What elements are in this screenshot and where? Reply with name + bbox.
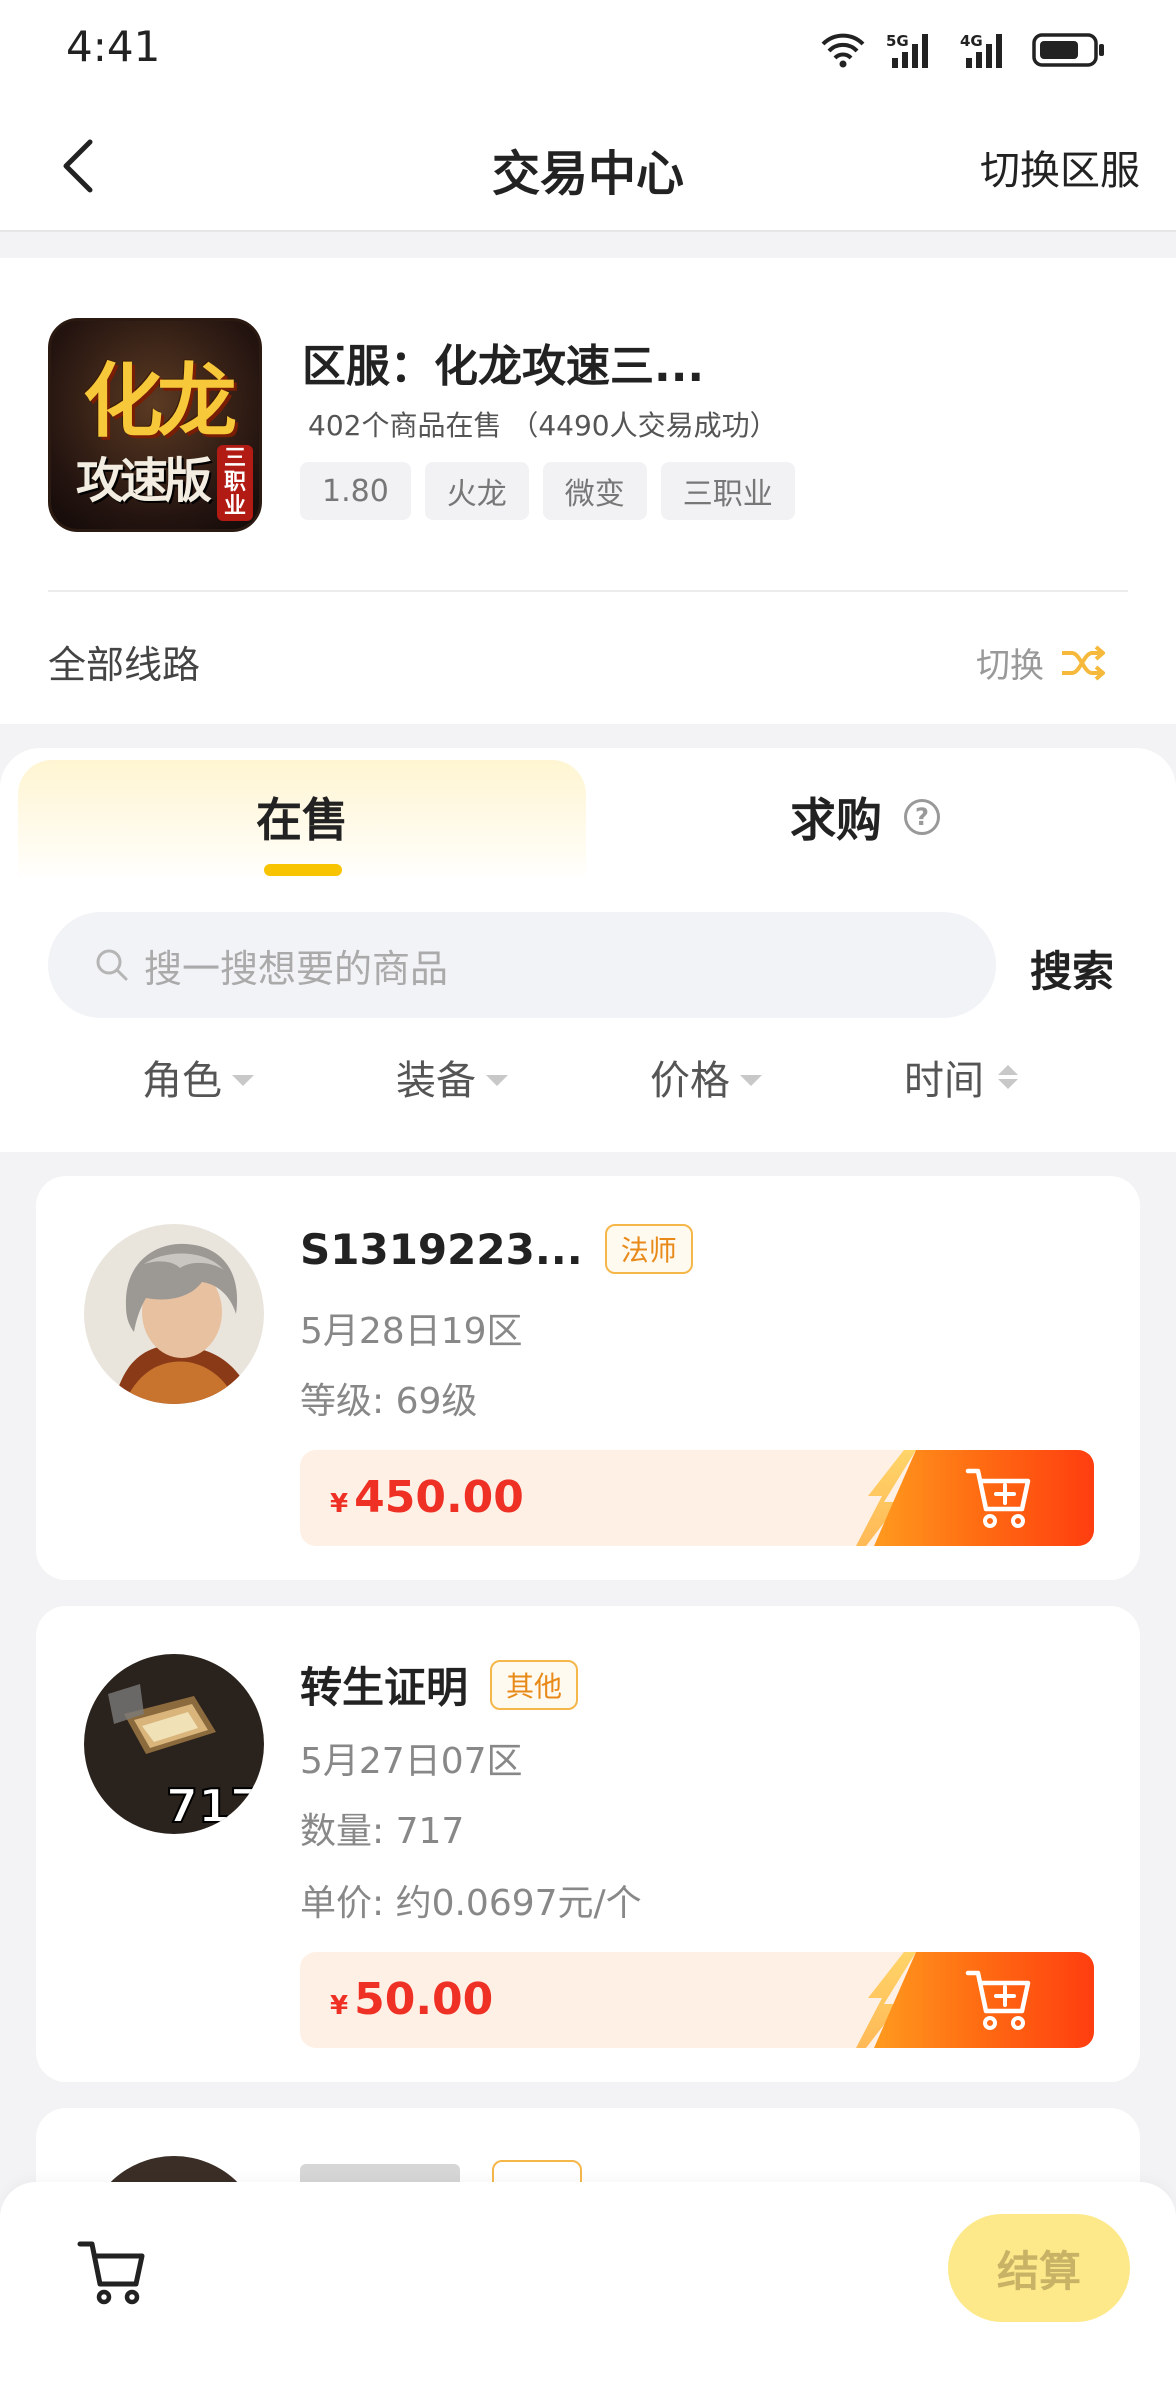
tab-wanted[interactable]: 求购 ? (790, 784, 940, 850)
listing-card[interactable]: 717 转生证明 其他 5月27日07区 数量: 717 单价: 约0.0697… (36, 1606, 1140, 2082)
cart-icon (77, 2241, 145, 2305)
caret-down-icon (486, 1074, 508, 1086)
wifi-icon (821, 33, 865, 68)
divider (48, 590, 1128, 592)
item-avatar-image: 717 (84, 1654, 264, 1834)
search-placeholder: 搜一搜想要的商品 (144, 946, 449, 991)
tab-wanted-label: 求购 (790, 793, 882, 847)
server-tag: 1.80 (300, 462, 411, 520)
listing-unit-price: 单价: 约0.0697元/个 (300, 1883, 642, 1924)
game-logo-text-badge: 三职业 (217, 445, 253, 521)
listing-level: 等级: 69级 (300, 1381, 478, 1422)
sort-icon (998, 1065, 1018, 1089)
price-bar: ¥50.00 (300, 1952, 1094, 2048)
filter-equipment-label: 装备 (396, 1058, 476, 1104)
server-tag: 三职业 (660, 462, 795, 520)
filter-role[interactable]: 角色 (142, 1048, 254, 1106)
status-bar: 4:41 5G 4G (0, 0, 1176, 100)
server-info-card: 化龙 攻速版 三职业 区服：化龙攻速三... 402个商品在售 （4490人交易… (0, 258, 1176, 724)
listing-avatar (84, 1224, 264, 1404)
listing-card[interactable]: S1319223... 法师 5月28日19区 等级: 69级 ¥450.00 (36, 1176, 1140, 1580)
character-avatar-image (84, 1224, 264, 1404)
signal-4g-label: 4G (960, 32, 983, 50)
server-stats: 402个商品在售 （4490人交易成功） (308, 409, 778, 442)
search-button[interactable]: 搜索 (1030, 938, 1114, 999)
cart-plus-icon (965, 1970, 1031, 2030)
item-quantity-overlay: 717 (166, 1779, 262, 1833)
checkout-button[interactable]: 结算 (948, 2214, 1130, 2322)
signal-4g-icon: 4G (960, 32, 1002, 68)
game-logo-text-sub: 攻速版 (75, 453, 212, 509)
listing-price: ¥50.00 (330, 1974, 493, 2025)
route-switch-button[interactable]: 切换 (976, 638, 1106, 687)
listing-avatar: 717 (84, 1654, 264, 1834)
switch-server-button[interactable]: 切换区服 (980, 138, 1140, 196)
currency-symbol: ¥ (330, 1489, 349, 1519)
cart-button[interactable] (76, 2236, 148, 2308)
listing-price-value: 450.00 (354, 1472, 524, 1523)
cart-plus-icon (965, 1468, 1031, 1528)
filter-price[interactable]: 价格 (650, 1048, 762, 1106)
listing-quantity: 数量: 717 (300, 1811, 465, 1852)
status-icons: 5G 4G (820, 28, 1106, 72)
tab-on-sale-label: 在售 (256, 793, 348, 847)
server-tag: 火龙 (424, 462, 529, 520)
server-tags: 1.80 火龙 微变 三职业 (300, 462, 795, 520)
listing-date-server: 5月27日07区 (300, 1741, 523, 1782)
signal-5g-label: 5G (886, 32, 909, 50)
currency-symbol: ¥ (330, 1991, 349, 2021)
filter-equipment[interactable]: 装备 (396, 1048, 508, 1106)
listing-category-badge: 法师 (604, 1224, 693, 1274)
route-label: 全部线路 (48, 643, 201, 687)
price-bar: ¥450.00 (300, 1450, 1094, 1546)
help-icon[interactable]: ? (904, 799, 940, 835)
search-input[interactable]: 搜一搜想要的商品 (48, 912, 996, 1018)
search-icon (96, 949, 128, 981)
market-section: 在售 求购 ? 搜一搜想要的商品 搜索 角色 装备 价格 时间 (0, 748, 1176, 1152)
listing-category-badge: 其他 (490, 1659, 579, 1710)
caret-down-icon (740, 1074, 762, 1086)
filter-time[interactable]: 时间 (904, 1048, 1018, 1106)
filter-bar: 角色 装备 价格 时间 (0, 1048, 1176, 1128)
nav-bar: 交易中心 切换区服 (0, 100, 1176, 232)
tab-active-indicator (264, 864, 342, 876)
tab-on-sale[interactable]: 在售 (256, 784, 348, 850)
server-name: 区服：化龙攻速三... (302, 341, 705, 392)
server-tag: 微变 (542, 462, 647, 520)
filter-price-label: 价格 (650, 1058, 730, 1104)
filter-role-label: 角色 (142, 1058, 222, 1104)
listing-title-row: 转生证明 其他 (300, 1654, 579, 1715)
game-logo: 化龙 攻速版 三职业 (48, 318, 262, 532)
game-logo-text-main: 化龙 (83, 354, 237, 448)
listing-date-server: 5月28日19区 (300, 1311, 523, 1352)
listing-price-value: 50.00 (354, 1974, 494, 2025)
listing-title: S1319223... (300, 1224, 583, 1274)
battery-icon (1032, 33, 1104, 67)
bottom-checkout-bar: 结算 (0, 2182, 1176, 2400)
caret-down-icon (232, 1074, 254, 1086)
route-switch-label: 切换 (976, 646, 1044, 686)
listing-title-row: S1319223... 法师 (300, 1224, 693, 1274)
listing-price: ¥450.00 (330, 1472, 524, 1523)
filter-time-label: 时间 (904, 1058, 984, 1104)
status-time: 4:41 (66, 22, 161, 71)
signal-5g-icon: 5G (886, 32, 928, 68)
listing-title: 转生证明 (300, 1663, 469, 1712)
shuffle-icon (1062, 644, 1105, 681)
